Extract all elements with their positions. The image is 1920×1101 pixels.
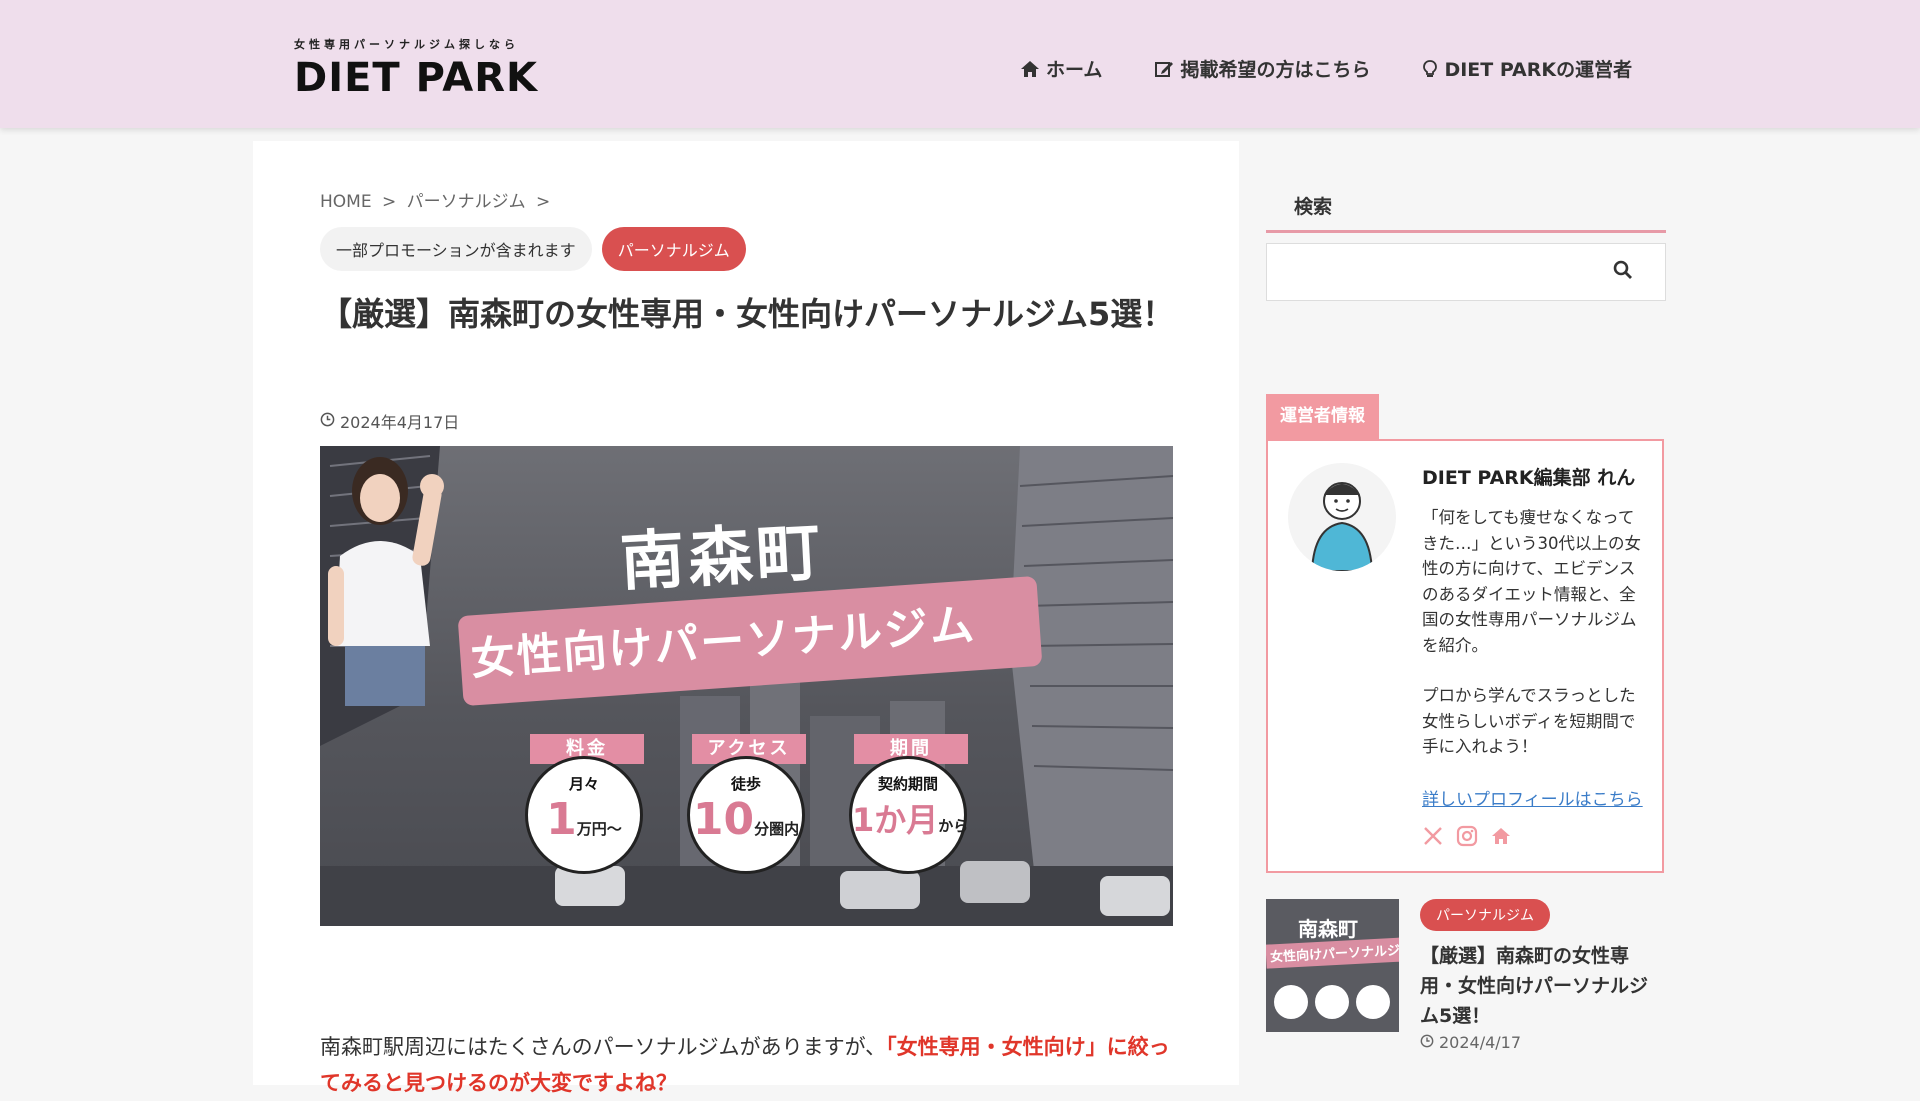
breadcrumb: HOME > パーソナルジム >: [320, 187, 555, 212]
related-title[interactable]: 【厳選】南森町の女性専用・女性向けパーソナルジム5選！: [1420, 941, 1665, 1031]
badge-sub: 月々: [568, 775, 599, 793]
social-links: [1422, 825, 1512, 851]
intro-highlight: 「女性専用・女性向け」: [886, 1035, 1107, 1059]
search-widget-title: 検索: [1266, 182, 1666, 233]
profile-name: DIET PARK編集部 れん: [1422, 467, 1636, 489]
post-date: 2024年4月17日: [320, 409, 459, 433]
main-nav: ホーム 掲載希望の方はこちら DIET PARKの運営者: [1020, 55, 1684, 82]
logo-text: DIET PARK: [294, 55, 539, 101]
badge-value: 10分圏内: [692, 794, 800, 845]
badge-value: 1万円〜: [546, 794, 622, 845]
badge-sub: 徒歩: [730, 775, 761, 793]
breadcrumb-category[interactable]: パーソナルジム: [407, 192, 526, 212]
profile-description: 「何をしても痩せなくなってきた…」という30代以上の女性の方に向けて、エビデンス…: [1422, 505, 1648, 785]
logo-tagline: 女性専用パーソナルジム探しなら: [294, 38, 519, 51]
search-button[interactable]: [1609, 258, 1637, 286]
clock-icon: [320, 412, 335, 431]
promo-notice-badge: 一部プロモーションが含まれます: [320, 227, 592, 271]
thumb-badge: [1315, 985, 1349, 1019]
related-category-tag[interactable]: パーソナルジム: [1420, 899, 1550, 931]
badge-circle: 契約期間 1か月から: [849, 756, 969, 874]
related-post[interactable]: 南森町 女性向けパーソナルジ パーソナルジム 【厳選】南森町の女性専用・女性向け…: [1266, 899, 1665, 1052]
badge-circle: 徒歩 10分圏内: [687, 756, 805, 874]
hero-title-top: 南森町: [618, 515, 827, 601]
category-tag[interactable]: パーソナルジム: [601, 227, 746, 271]
profile-detail-link[interactable]: 詳しいプロフィールはこちら: [1422, 785, 1643, 810]
site-header: 女性専用パーソナルジム探しなら DIET PARK ホーム 掲載希望の方はこちら…: [0, 0, 1920, 128]
post-date-text: 2024年4月17日: [340, 413, 460, 432]
thumb-badge: [1274, 985, 1308, 1019]
search-title-text: 検索: [1294, 196, 1333, 218]
search-icon: [1613, 260, 1633, 284]
home-icon: [1020, 59, 1040, 79]
nav-item-home[interactable]: ホーム: [1020, 55, 1102, 82]
article-tags: 一部プロモーションが含まれます パーソナルジム: [320, 227, 746, 271]
instagram-icon[interactable]: [1456, 825, 1478, 851]
clock-icon: [1420, 1033, 1434, 1052]
related-date-text: 2024/4/17: [1439, 1033, 1522, 1052]
nav-item-operator[interactable]: DIET PARKの運営者: [1422, 55, 1632, 82]
intro-text: 南森町駅周辺にはたくさんのパーソナルジムがありますが、: [320, 1035, 887, 1059]
lightbulb-icon: [1422, 59, 1438, 79]
search-input[interactable]: [1277, 254, 1601, 290]
nav-item-listing[interactable]: 掲載希望の方はこちら: [1154, 55, 1370, 82]
article-intro: 南森町駅周辺にはたくさんのパーソナルジムがありますが、「女性専用・女性向け」に絞…: [320, 1029, 1180, 1101]
avatar: [1288, 463, 1396, 571]
site-logo[interactable]: 女性専用パーソナルジム探しなら DIET PARK: [294, 36, 540, 100]
profile-widget: DIET PARK編集部 れん 「何をしても痩せなくなってきた…」という30代以…: [1266, 439, 1664, 873]
profile-widget-tab: 運営者情報: [1266, 394, 1379, 439]
edit-icon: [1154, 59, 1174, 79]
x-icon[interactable]: [1422, 825, 1444, 851]
nav-item-label: DIET PARKの運営者: [1444, 59, 1633, 81]
badge-value: 1か月から: [852, 801, 969, 839]
home-icon[interactable]: [1490, 825, 1512, 851]
breadcrumb-separator: >: [381, 192, 397, 212]
breadcrumb-separator: >: [536, 192, 551, 212]
search-box: [1266, 243, 1666, 301]
article-card: HOME > パーソナルジム > 一部プロモーションが含まれます パーソナルジム…: [253, 141, 1239, 1095]
woman-illustration: [328, 457, 444, 706]
nav-item-label: ホーム: [1046, 59, 1103, 81]
profile-desc-paragraph: 「何をしても痩せなくなってきた…」という30代以上の女性の方に向けて、エビデンス…: [1422, 508, 1641, 655]
hero-image: 南森町 女性向けパーソナルジム 料金 月々 1万円〜 アクセス 徒歩 10分圏内: [320, 446, 1173, 926]
breadcrumb-home[interactable]: HOME: [320, 192, 372, 212]
thumb-title: 南森町: [1298, 917, 1358, 941]
thumb-badge: [1356, 985, 1390, 1019]
badge-sub: 契約期間: [877, 775, 938, 793]
related-date: 2024/4/17: [1420, 1033, 1521, 1052]
related-thumbnail[interactable]: 南森町 女性向けパーソナルジ: [1266, 899, 1399, 1032]
profile-desc-paragraph: プロから学んでスラっとした女性らしいボディを短期間で手に入れよう！: [1422, 686, 1636, 756]
badge-circle: 月々 1万円〜: [525, 756, 643, 874]
nav-item-label: 掲載希望の方はこちら: [1180, 59, 1371, 81]
article-title: 【厳選】南森町の女性専用・女性向けパーソナルジム5選！: [320, 295, 1175, 333]
